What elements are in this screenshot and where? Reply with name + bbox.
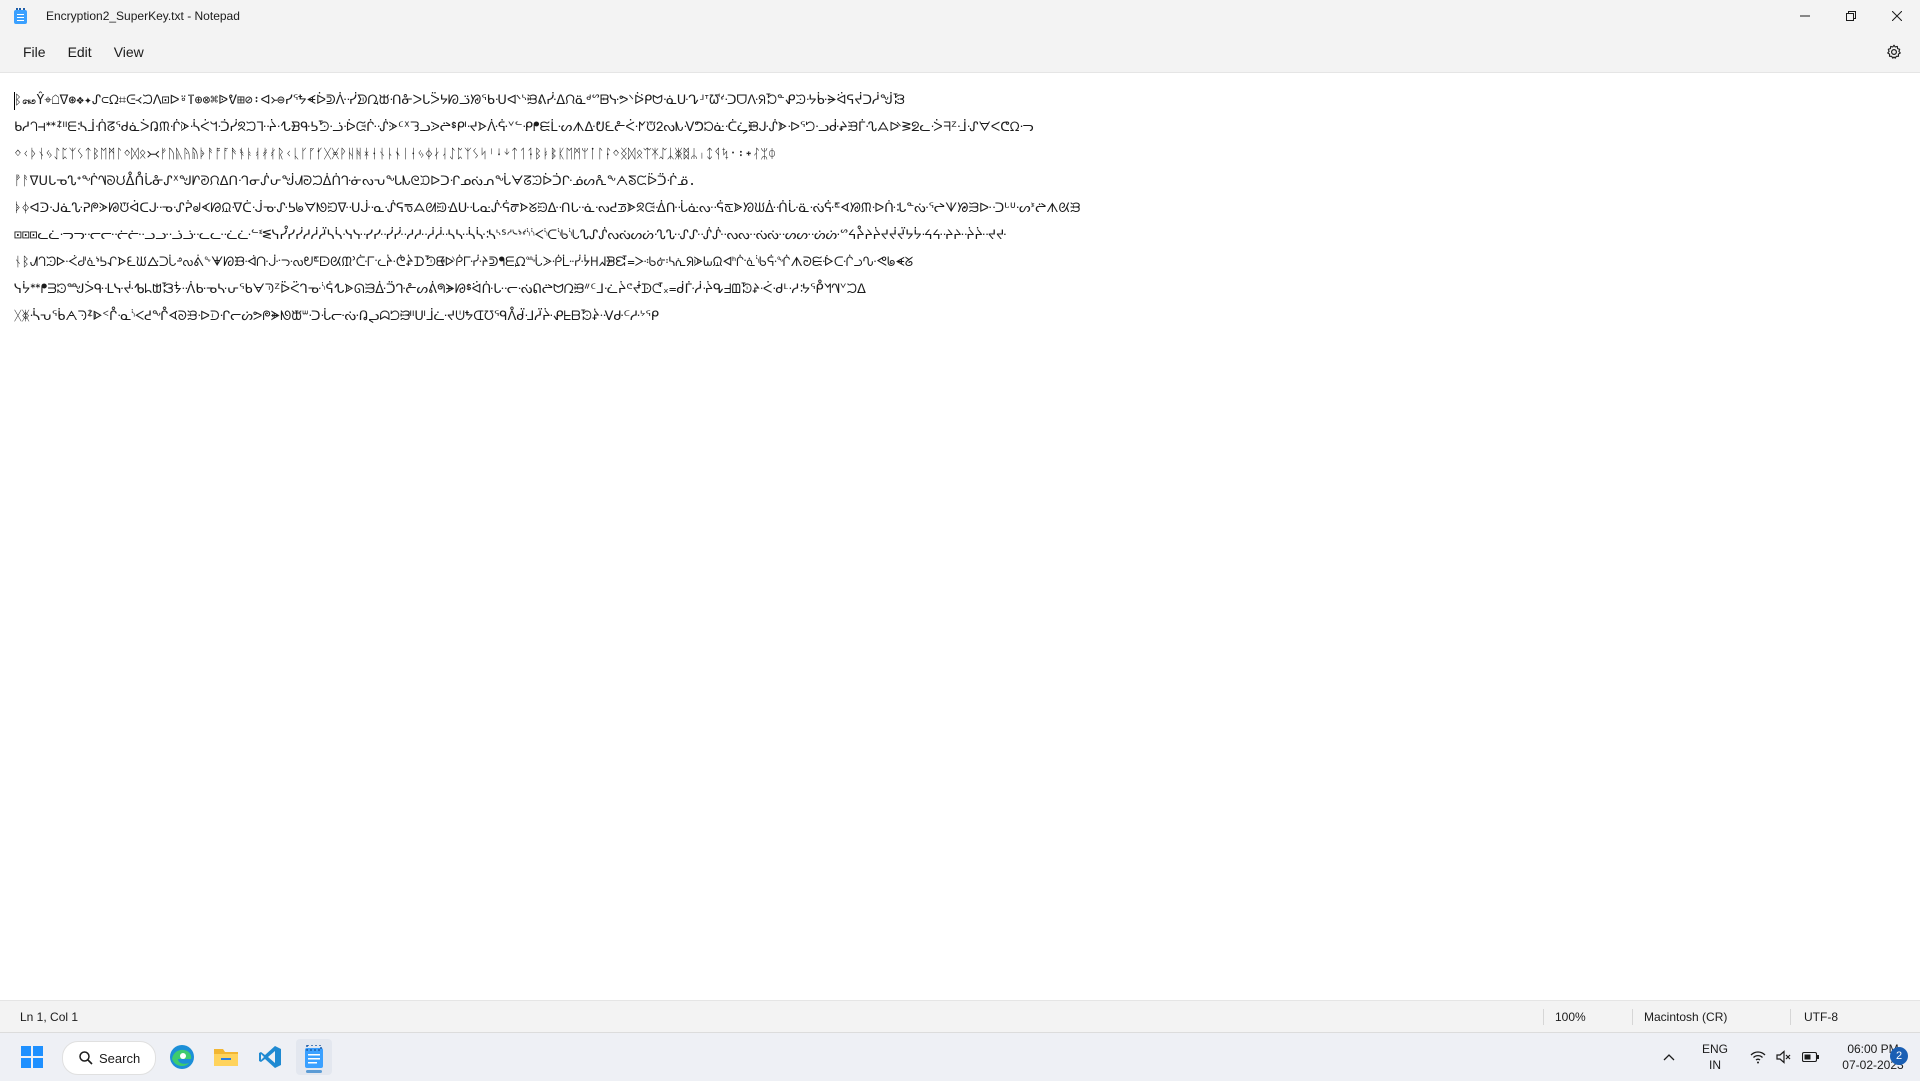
- status-divider: [1790, 1009, 1791, 1025]
- editor-line: ᓭᔮᕯᖰᗱᘲᙳᐴᑵᒶᓷᔸᕹᖺᗻᘼᙽᐾᑿᓀᔁᕂᖃᗄᘅᙆᐇᑈᒉᓊᔋᕌᖍᗎᘏᙐᐑᑒᒓᓔ…: [14, 282, 866, 297]
- vscode-icon: [259, 1046, 281, 1068]
- editor-line: ᛒ꘏Ŷ⌖☖ᐁ⊛❖✦᠌ᔑ⊂ᘯ⌗ᕮ᚜ᙂⴷ⊡ᐅ⍤ⴶ⊕⊗⌘ᐉᕓ⊞⊘᛬ᐊ᚛⊜ᓯᕐᖬᗛᐆᕲᐿ…: [14, 93, 905, 108]
- folder-icon: [214, 1049, 238, 1066]
- settings-button[interactable]: [1878, 36, 1910, 68]
- line-ending: Macintosh (CR): [1644, 1010, 1728, 1024]
- speaker-muted-icon: [1776, 1050, 1791, 1064]
- restore-icon: [1846, 11, 1856, 21]
- region-code: IN: [1709, 1058, 1721, 1072]
- system-tray: ENG IN 06:00 PM 07-02-2023: [1656, 1033, 1906, 1081]
- status-divider: [1632, 1009, 1633, 1025]
- taskbar-vscode[interactable]: [252, 1039, 288, 1075]
- editor-line: ᚡᚨᐁᑌᒐᓀᔐᕀᖐᗀᘐᙀᐂᑍᒑᓁᔑᕁᖑᗁᘑᙁᐃᑎᒒᓂᔒᕂᖒᗂᘒᙂᐄᑏᒓᓃᔓᕃᖓᗃ…: [14, 174, 696, 189]
- text-editor[interactable]: ᛒ꘏Ŷ⌖☖ᐁ⊛❖✦᠌ᔑ⊂ᘯ⌗ᕮ᚜ᙂⴷ⊡ᐅ⍤ⴶ⊕⊗⌘ᐉᕓ⊞⊘᛬ᐊ᚛⊜ᓯᕐᖬᗛᐆᕲᐿ…: [0, 72, 1920, 1001]
- start-button[interactable]: [14, 1039, 50, 1075]
- language-code: ENG: [1701, 1042, 1728, 1056]
- editor-line: ᑲᓱᘃ⊣ᕯᙇᐦᗴᔄᒨᑛᘔᖁᓈᐴᕡᙏᒖᗇᔂᐹᖻᑟᓰᘝᙂᒭᔳᐧᖍᗽᑵᕊᘬᓤᐔᙍᒗᔛᗈ…: [14, 120, 1034, 135]
- quick-settings-button[interactable]: [1750, 1050, 1820, 1064]
- editor-line: ᚷᛤᔂᕃᖄᗅᘆᙇᐈᑉᒊᓋᔌᕍᖎᗏᘐᙑᐒᑓᒔᓕᔖᕗᖘᗙᘚᙛᐜᑝᒞᓟᔠᕡᖢᗣᘤᙥᐦᑧ…: [14, 309, 659, 324]
- window-title: Encryption2_SuperKey.txt - Notepad: [46, 9, 240, 23]
- zoom-level: 100%: [1555, 1010, 1586, 1024]
- editor-line: ᛜᚲᚦᚾᛃᛇᛈᛉᛊᛏᛒᛖᛗᛚᛜᛞᛟ᚛᚜ᚠᚢᚣᚤᚥᚧᚨᚩᚪᚫᚬᚭᚮᚯᚰᚱᚲᚳᚴᚵᚶ…: [14, 147, 776, 162]
- taskbar-search[interactable]: Search: [62, 1041, 156, 1075]
- windows-logo-icon: [21, 1046, 43, 1068]
- taskbar-notepad[interactable]: [296, 1039, 332, 1075]
- taskbar-edge[interactable]: [164, 1039, 200, 1075]
- taskbar: Search ENG IN 06:00 PM 07-02-2023 2: [0, 1032, 1920, 1081]
- edge-browser-icon: [170, 1045, 194, 1069]
- minimize-button[interactable]: [1782, 0, 1828, 32]
- menu-view[interactable]: View: [103, 37, 155, 67]
- window-controls: [1782, 0, 1920, 32]
- maximize-button[interactable]: [1828, 0, 1874, 32]
- cursor-position: Ln 1, Col 1: [20, 1010, 79, 1024]
- menu-edit[interactable]: Edit: [57, 37, 103, 67]
- language-indicator[interactable]: ENG IN: [1698, 1041, 1732, 1073]
- editor-line: ⊡⊡⊡ᓚᓛᓜᓝᓞᓟᓠᓡᓢᓣᓤᓥᓦᓧᓨᓩᓪᓫᓬᓭᓮᓯᓰᓱᓲᓳᓴᓵᓶᓷᓸᓹᓺᓻᓼᓽᓾ…: [14, 228, 1007, 243]
- close-button[interactable]: [1874, 0, 1920, 32]
- notepad-icon: [305, 1045, 323, 1068]
- status-bar: Ln 1, Col 1 100% Macintosh (CR) UTF-8: [0, 1000, 1920, 1033]
- status-divider: [1543, 1009, 1544, 1025]
- active-app-indicator: [306, 1070, 322, 1073]
- editor-line: ᚧᛄᐊᑔᒘᓈᔘᕈᖘᗈᘘᙈᐋᑕᒙᓉᔙᕉᖙᗉᘙᙉᐌᑖᒚᓊᔚᕊᖚᗊᘚᙊᐍᑗᒛᓋᔛᕋᖛᗋ…: [14, 201, 1081, 216]
- close-icon: [1892, 11, 1902, 21]
- editor-content[interactable]: ᛒ꘏Ŷ⌖☖ᐁ⊛❖✦᠌ᔑ⊂ᘯ⌗ᕮ᚜ᙂⴷ⊡ᐅ⍤ⴶ⊕⊗⌘ᐉᕓ⊞⊘᛬ᐊ᚛⊜ᓯᕐᖬᗛᐆᕲᐿ…: [14, 87, 1904, 330]
- show-hidden-icons-button[interactable]: [1656, 1033, 1682, 1081]
- battery-icon: [1802, 1051, 1819, 1063]
- search-icon: [79, 1051, 93, 1065]
- taskbar-file-explorer[interactable]: [208, 1039, 244, 1075]
- minimize-icon: [1800, 15, 1810, 17]
- encoding: UTF-8: [1804, 1010, 1838, 1024]
- title-bar: Encryption2_SuperKey.txt - Notepad: [0, 0, 1920, 32]
- gear-icon: [1887, 44, 1901, 59]
- editor-line: ᚾᛒᗂᘃᙄᐅᑆᒇᓈᔉᕊᖋᗌᘍᙎᐏᑐᒑᓒᔓᕔᖕᗖᘗᙘᐙᑚᒛᓜᔝᕞᖟᗠᘡᙢᐣᑤᒥᓦᔧ…: [14, 255, 914, 270]
- menu-bar: File Edit View: [0, 32, 1920, 72]
- search-label: Search: [99, 1050, 141, 1066]
- menu-file[interactable]: File: [12, 37, 57, 67]
- chevron-up-icon: [1663, 1054, 1675, 1061]
- wifi-icon: [1750, 1051, 1766, 1064]
- notepad-app-icon: [14, 8, 28, 24]
- notification-badge[interactable]: 2: [1890, 1047, 1908, 1065]
